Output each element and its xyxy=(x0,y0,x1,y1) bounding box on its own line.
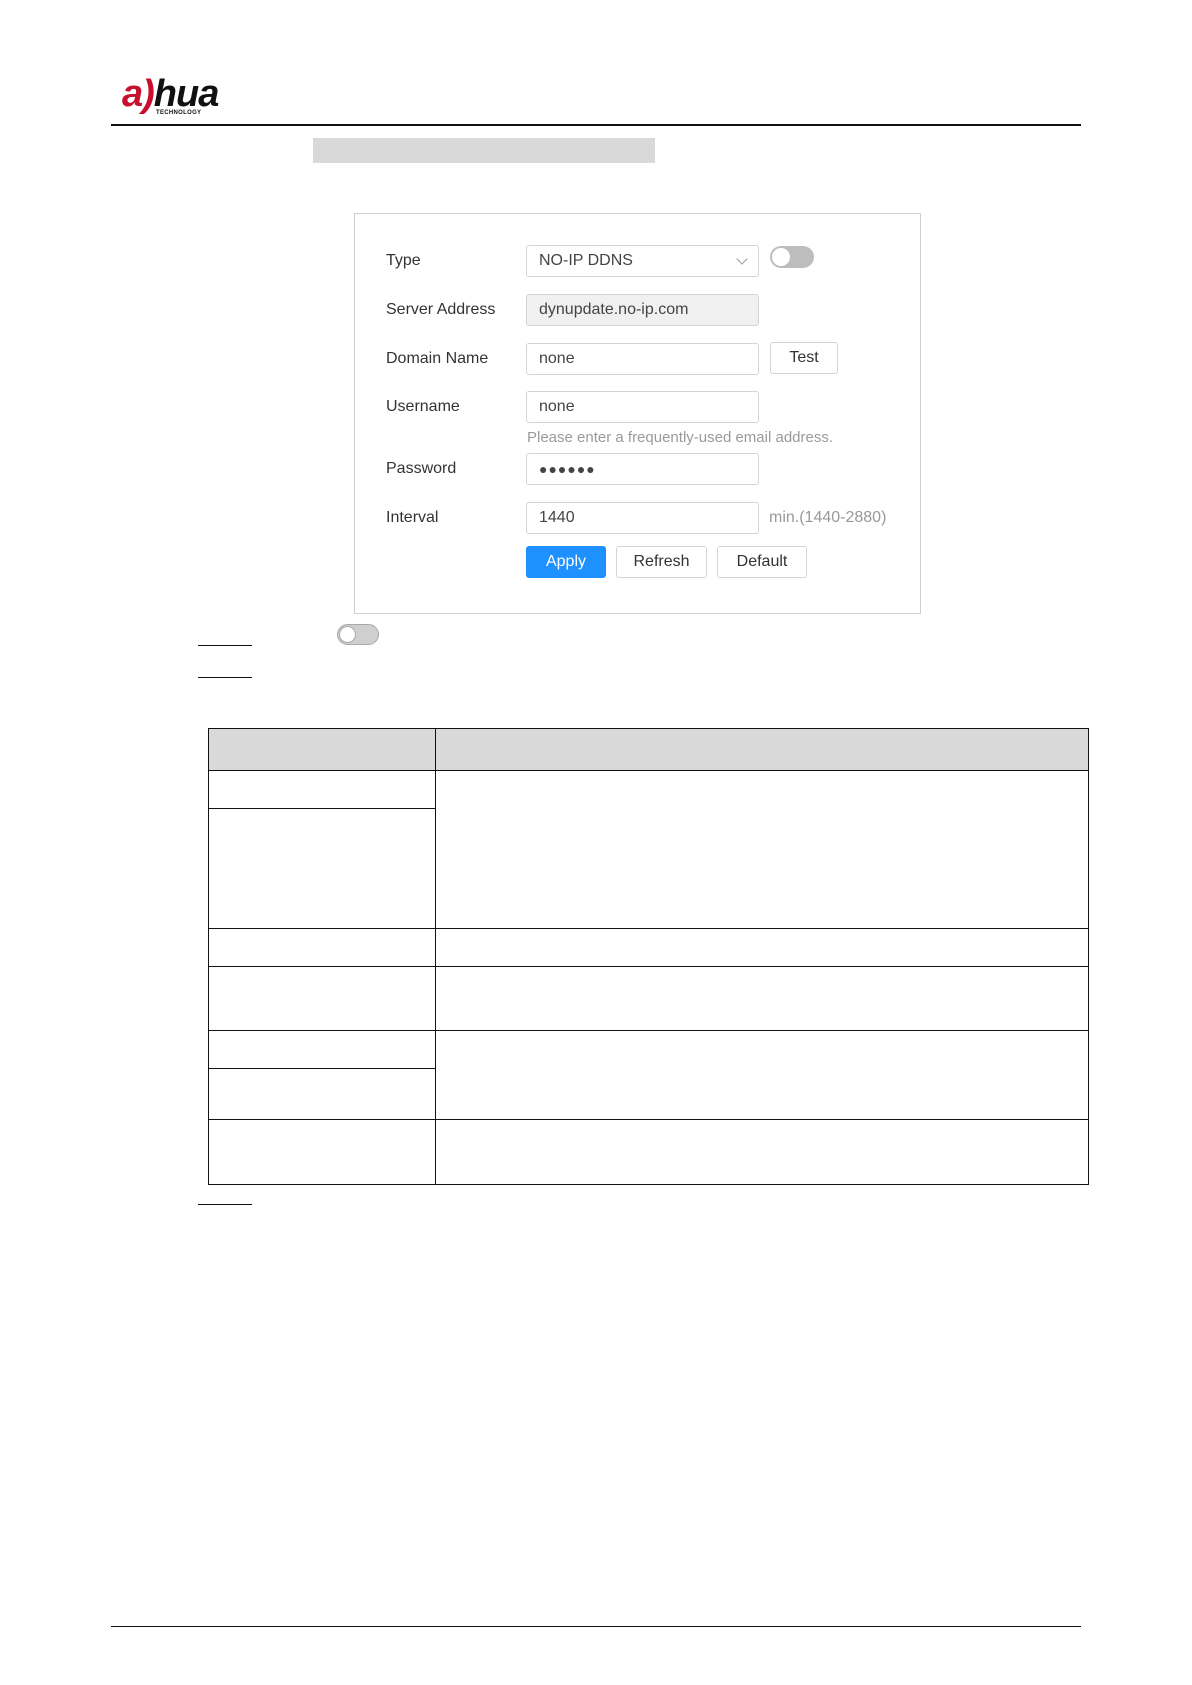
table-row-rule xyxy=(208,966,1089,967)
table-row-rule xyxy=(208,1068,436,1069)
ddns-enable-toggle[interactable] xyxy=(770,246,814,268)
logo-subtext: TECHNOLOGY xyxy=(156,110,202,116)
table-row-rule xyxy=(208,808,436,809)
table-header xyxy=(208,728,1089,770)
table-row-rule xyxy=(208,1030,1089,1031)
table-border-left xyxy=(208,728,209,1185)
inline-toggle-icon xyxy=(337,624,379,645)
header-rule xyxy=(111,124,1081,126)
server-address-value: dynupdate.no-ip.com xyxy=(539,301,689,318)
footer-rule xyxy=(111,1626,1081,1627)
domain-name-label: Domain Name xyxy=(386,350,489,367)
table-row-rule xyxy=(208,1119,1089,1120)
dahua-logo: a)hua TECHNOLOGY xyxy=(122,72,252,118)
test-button[interactable]: Test xyxy=(770,342,838,374)
type-select[interactable]: NO-IP DDNS xyxy=(526,245,759,277)
server-address-field: dynupdate.no-ip.com xyxy=(526,294,759,326)
interval-input[interactable]: 1440 xyxy=(526,502,759,534)
password-value: ●●●●●● xyxy=(539,461,596,477)
type-select-value: NO-IP DDNS xyxy=(539,252,633,269)
domain-name-input[interactable]: none xyxy=(526,343,759,375)
refresh-button[interactable]: Refresh xyxy=(616,546,707,578)
username-input[interactable]: none xyxy=(526,391,759,423)
domain-name-value: none xyxy=(539,350,575,367)
chevron-down-icon xyxy=(736,253,748,265)
server-address-label: Server Address xyxy=(386,301,496,318)
username-hint: Please enter a frequently-used email add… xyxy=(527,429,834,446)
inline-toggle-knob xyxy=(339,626,356,643)
apply-button[interactable]: Apply xyxy=(526,546,606,578)
table-row-rule xyxy=(208,928,1089,929)
default-button[interactable]: Default xyxy=(717,546,807,578)
interval-label: Interval xyxy=(386,509,439,526)
type-label: Type xyxy=(386,252,421,269)
username-value: none xyxy=(539,398,575,415)
password-label: Password xyxy=(386,460,457,477)
redacted-highlight-bar xyxy=(313,138,655,163)
step-marker xyxy=(198,645,252,646)
toggle-knob xyxy=(772,248,790,266)
password-input[interactable]: ●●●●●● xyxy=(526,453,759,485)
table-border-bottom xyxy=(208,1184,1089,1185)
parameter-table xyxy=(208,728,1089,1185)
table-row-rule xyxy=(208,770,1089,771)
table-column-divider xyxy=(435,728,436,1185)
ddns-settings-panel: Type NO-IP DDNS Server Address dynupdate… xyxy=(354,213,921,614)
step-marker xyxy=(198,677,252,678)
step-marker xyxy=(198,1204,252,1205)
interval-unit: min.(1440-2880) xyxy=(769,509,887,526)
table-border-right xyxy=(1088,728,1089,1185)
username-label: Username xyxy=(386,398,460,415)
interval-value: 1440 xyxy=(539,509,575,526)
table-border-top xyxy=(208,728,1089,729)
